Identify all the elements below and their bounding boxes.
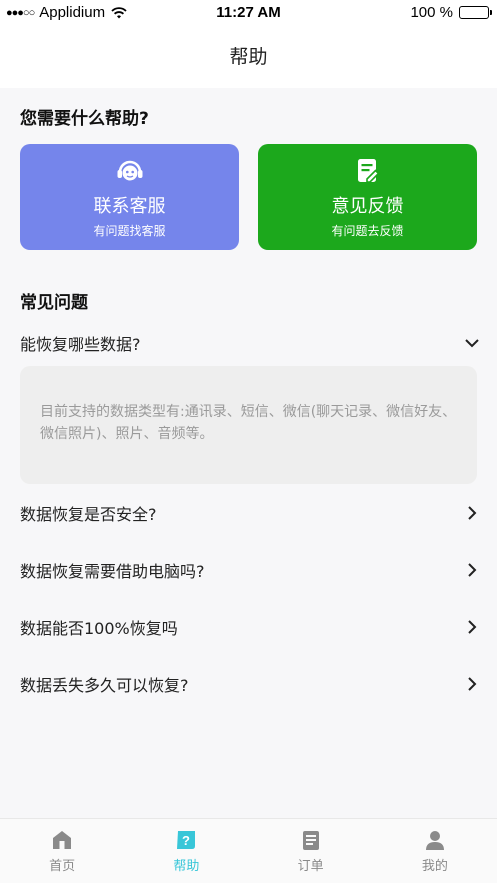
profile-icon <box>425 831 444 850</box>
battery-icon <box>459 6 492 19</box>
contact-service-card[interactable]: 联系客服 有问题找客服 <box>20 144 239 250</box>
chevron-down-icon <box>465 339 479 348</box>
faq-question: 能恢复哪些数据? <box>20 335 141 354</box>
faq-answer: 目前支持的数据类型有:通讯录、短信、微信(聊天记录、微信好友、微信照片)、照片、… <box>20 366 477 484</box>
page-title: 帮助 <box>229 46 268 68</box>
tab-label: 订单 <box>297 859 324 874</box>
help-section-title: 您需要什么帮助? <box>20 109 149 129</box>
chevron-right-icon <box>468 506 477 520</box>
chevron-right-icon <box>468 620 477 634</box>
edit-note-icon <box>357 159 380 183</box>
faq-question: 数据恢复需要借助电脑吗? <box>20 562 205 581</box>
help-icon: ? <box>177 831 196 849</box>
faq-item[interactable]: 数据恢复是否安全? <box>20 498 480 528</box>
feedback-card[interactable]: 意见反馈 有问题去反馈 <box>258 144 477 250</box>
tab-label: 帮助 <box>173 859 200 874</box>
tab-label: 我的 <box>421 859 448 874</box>
svg-text:?: ? <box>182 833 190 848</box>
home-icon <box>53 831 72 849</box>
status-bar: ●●●○○ Applidium 11:27 AM 100 % <box>0 0 497 26</box>
tab-help[interactable]: ? 帮助 <box>124 819 248 883</box>
faq-item-expanded[interactable]: 能恢复哪些数据? <box>20 328 480 358</box>
faq-item[interactable]: 数据丢失多久可以恢复? <box>20 669 480 699</box>
feedback-subtitle: 有问题去反馈 <box>331 224 404 238</box>
tab-home[interactable]: 首页 <box>0 819 124 883</box>
tab-label: 首页 <box>49 859 76 874</box>
tab-bar: 首页 ? 帮助 订单 我的 <box>0 818 497 883</box>
faq-section-title: 常见问题 <box>20 293 88 313</box>
faq-item[interactable]: 数据恢复需要借助电脑吗? <box>20 555 480 585</box>
nav-bar: 帮助 <box>0 26 497 88</box>
tab-profile[interactable]: 我的 <box>373 819 497 883</box>
faq-question: 数据丢失多久可以恢复? <box>20 676 189 695</box>
contact-service-title: 联系客服 <box>93 196 166 217</box>
headset-icon <box>117 160 142 181</box>
chevron-right-icon <box>468 563 477 577</box>
battery-percent: 100 % <box>410 4 453 21</box>
order-icon <box>302 831 319 850</box>
chevron-right-icon <box>468 677 477 691</box>
contact-service-subtitle: 有问题找客服 <box>93 224 166 238</box>
feedback-title: 意见反馈 <box>331 196 404 217</box>
faq-question: 数据能否100%恢复吗 <box>20 619 178 638</box>
tab-orders[interactable]: 订单 <box>249 819 373 883</box>
status-right: 100 % <box>410 4 492 21</box>
faq-item[interactable]: 数据能否100%恢复吗 <box>20 612 480 642</box>
faq-question: 数据恢复是否安全? <box>20 505 157 524</box>
